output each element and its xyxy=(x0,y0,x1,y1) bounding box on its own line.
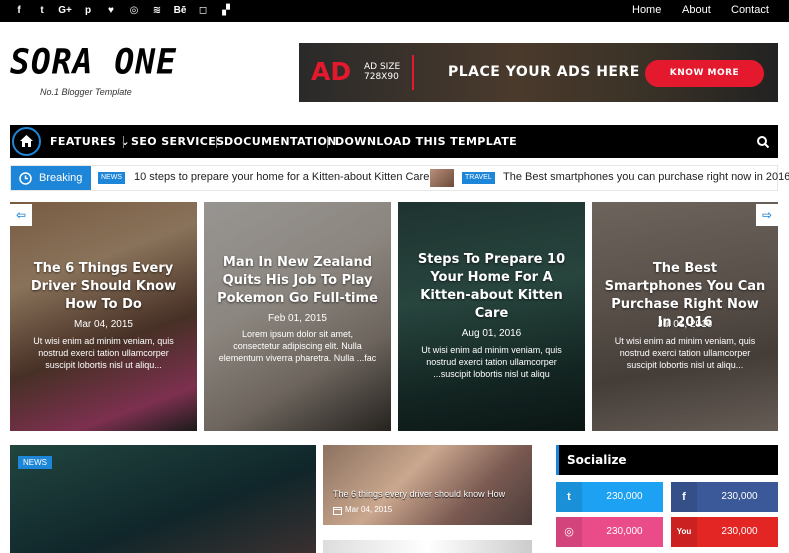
heart-icon[interactable]: ♥ xyxy=(104,4,118,18)
home-button[interactable] xyxy=(12,127,41,156)
home-icon xyxy=(20,135,33,147)
main-nav: FEATURES ⌄ SEO SERVICES DOCUMENTATION DO… xyxy=(10,125,778,158)
facebook-count-button[interactable]: f 230,000 xyxy=(671,482,778,512)
card-date: Aug 01, 2016 xyxy=(461,328,522,339)
breaking-headline[interactable]: 10 steps to prepare your home for a Kitt… xyxy=(134,171,429,183)
site-tagline: No.1 Blogger Template xyxy=(40,87,132,97)
facebook-icon: f xyxy=(671,482,697,512)
card-excerpt: Lorem ipsum dolor sit amet, consectetur … xyxy=(218,329,377,363)
breaking-tag[interactable]: TRAVEL xyxy=(462,172,495,184)
top-link-contact[interactable]: Contact xyxy=(731,2,769,18)
breaking-headline[interactable]: The Best smartphones you can purchase ri… xyxy=(503,171,789,183)
nav-item-documentation[interactable]: DOCUMENTATION xyxy=(224,125,337,158)
card-excerpt: Ut wisi enim ad minim veniam, quis nostr… xyxy=(614,336,756,370)
post-tag[interactable]: NEWS xyxy=(18,456,52,469)
ad-divider xyxy=(412,55,414,90)
breaking-thumbnail[interactable] xyxy=(430,169,454,187)
recent-post[interactable] xyxy=(323,540,532,553)
breaking-tag[interactable]: NEWS xyxy=(98,172,125,184)
chevron-down-icon: ⌄ xyxy=(120,135,131,148)
recent-post[interactable]: The 6 things every driver should know Ho… xyxy=(323,445,532,525)
slider-next-button[interactable]: ⇨ xyxy=(756,204,778,226)
slider-card[interactable]: The Best Smartphones You Can Purchase Ri… xyxy=(592,202,778,431)
site-logo[interactable]: SORA ONE xyxy=(10,41,177,82)
slider-prev-button[interactable]: ⇦ xyxy=(10,204,32,226)
search-icon[interactable] xyxy=(756,135,770,149)
card-excerpt: Ut wisi enim ad minim veniam, quis nostr… xyxy=(33,336,174,370)
top-link-about[interactable]: About xyxy=(682,2,711,18)
clock-icon xyxy=(19,172,32,185)
top-link-home[interactable]: Home xyxy=(632,2,661,18)
card-date: Mar 04, 2015 xyxy=(74,319,133,330)
socialize-widget-title: Socialize xyxy=(556,445,778,475)
facebook-icon[interactable]: f xyxy=(12,4,26,18)
know-more-button[interactable]: KNOW MORE xyxy=(645,60,764,87)
top-bar: f t G+ p ♥ ◎ ≋ Bē ◻ ▞ Home About Contact xyxy=(0,0,789,22)
nav-item-features[interactable]: FEATURES ⌄ xyxy=(50,125,130,158)
card-title[interactable]: The 6 Things Every Driver Should Know Ho… xyxy=(20,260,187,314)
nav-divider xyxy=(216,136,217,148)
behance-icon[interactable]: Bē xyxy=(173,4,187,18)
google-plus-icon[interactable]: G+ xyxy=(58,4,72,18)
twitter-count-button[interactable]: t 230,000 xyxy=(556,482,663,512)
arrow-right-icon: ⇨ xyxy=(761,208,773,222)
nav-divider xyxy=(327,136,328,148)
follower-count: 230,000 xyxy=(606,526,643,537)
follower-count: 230,000 xyxy=(606,491,643,502)
slider-card[interactable]: The 6 Things Every Driver Should Know Ho… xyxy=(10,202,197,431)
arrow-left-icon: ⇦ xyxy=(15,208,27,222)
twitter-icon[interactable]: t xyxy=(35,4,49,18)
follower-count: 230,000 xyxy=(721,491,758,502)
calendar-icon xyxy=(333,507,342,515)
youtube-count-button[interactable]: You 230,000 xyxy=(671,517,778,547)
ad-label: AD xyxy=(311,57,352,86)
nav-divider xyxy=(123,136,124,148)
follower-count: 230,000 xyxy=(721,526,758,537)
dribbble-icon[interactable]: ◎ xyxy=(127,4,141,18)
card-excerpt: Ut wisi enim ad minim veniam, quis nostr… xyxy=(421,345,562,379)
ad-banner[interactable]: AD AD SIZE 728X90 PLACE YOUR ADS HERE KNO… xyxy=(299,43,778,102)
rss-icon[interactable]: ≋ xyxy=(150,4,164,18)
post-date: Mar 04, 2015 xyxy=(345,505,393,514)
card-date: Feb 01, 2015 xyxy=(268,313,327,324)
post-title[interactable]: The 6 things every driver should know Ho… xyxy=(333,489,505,499)
breaking-label: Breaking xyxy=(11,166,91,190)
featured-post[interactable]: NEWS xyxy=(10,445,316,553)
breaking-news-bar: Breaking NEWS 10 steps to prepare your h… xyxy=(10,165,789,191)
card-overlay xyxy=(10,202,197,431)
ad-size: AD SIZE 728X90 xyxy=(364,62,401,82)
nav-item-seo-services[interactable]: SEO SERVICES xyxy=(131,125,224,158)
dribbble-icon: ◎ xyxy=(556,517,582,547)
pinterest-icon[interactable]: p xyxy=(81,4,95,18)
youtube-icon: You xyxy=(671,517,697,547)
nav-item-download-template[interactable]: DOWNLOAD THIS TEMPLATE xyxy=(335,125,517,158)
card-title[interactable]: Steps To Prepare 10 Your Home For A Kitt… xyxy=(408,251,575,323)
ad-text: PLACE YOUR ADS HERE xyxy=(448,64,640,80)
instagram-icon[interactable]: ◻ xyxy=(196,4,210,18)
slider-card[interactable]: Man In New Zealand Quits His Job To Play… xyxy=(204,202,391,431)
delicious-icon[interactable]: ▞ xyxy=(219,4,233,18)
card-date: Jul 01, 2016 xyxy=(657,319,713,330)
slider-card[interactable]: Steps To Prepare 10 Your Home For A Kitt… xyxy=(398,202,585,431)
twitter-icon: t xyxy=(556,482,582,512)
card-title[interactable]: Man In New Zealand Quits His Job To Play… xyxy=(214,254,381,308)
dribbble-count-button[interactable]: ◎ 230,000 xyxy=(556,517,663,547)
